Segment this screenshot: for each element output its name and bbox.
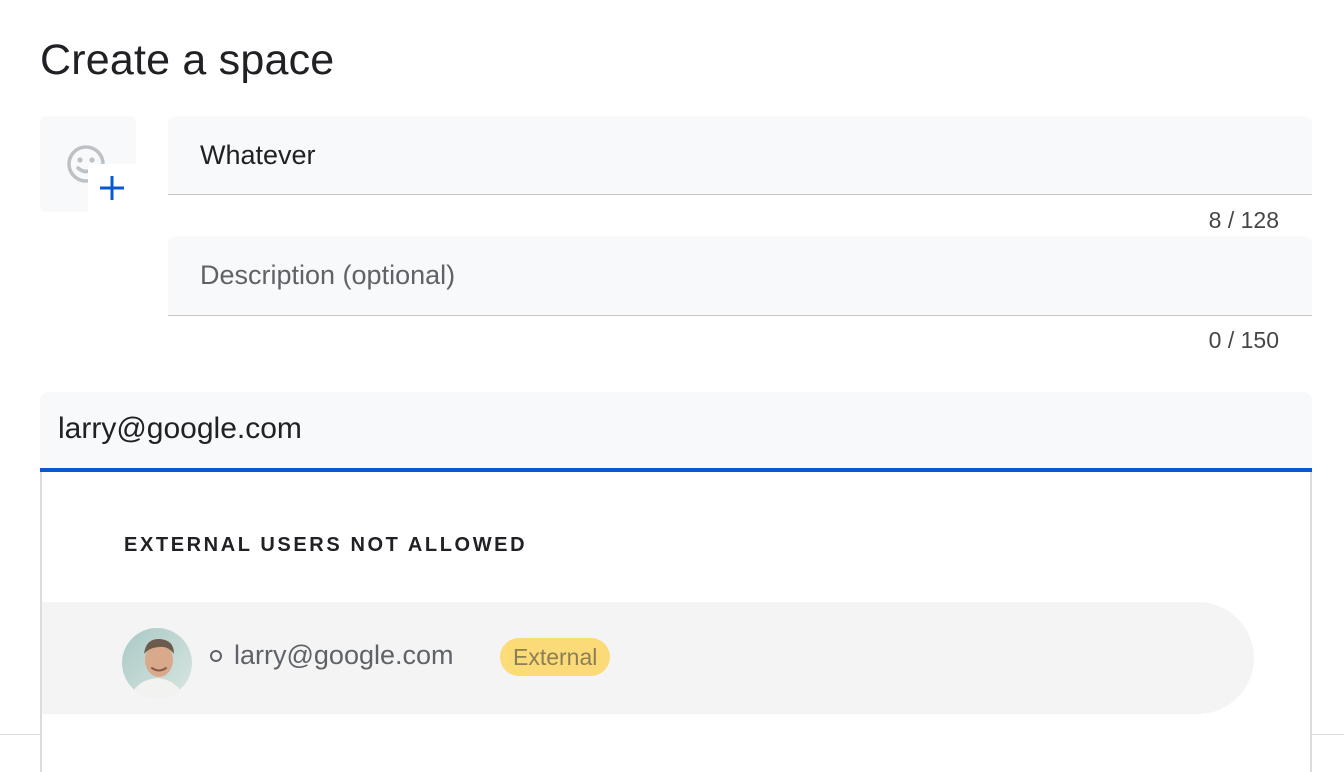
name-character-counter: 8 / 128 xyxy=(1208,207,1279,233)
space-name-field[interactable] xyxy=(168,116,1312,195)
user-avatar xyxy=(122,628,192,698)
add-people-field[interactable] xyxy=(40,392,1312,472)
divider xyxy=(0,734,40,735)
suggestion-row[interactable]: larry@google.com External xyxy=(42,602,1254,714)
add-people-input[interactable] xyxy=(40,392,1312,468)
presence-status-icon xyxy=(210,650,222,662)
avatar-photo-icon xyxy=(122,628,192,698)
plus-badge xyxy=(88,164,136,212)
description-field[interactable] xyxy=(168,236,1312,316)
space-name-input[interactable] xyxy=(168,116,1312,194)
plus-icon xyxy=(100,176,124,200)
description-input[interactable] xyxy=(168,236,1312,315)
suggestions-section-heading: EXTERNAL USERS NOT ALLOWED xyxy=(124,534,528,556)
suggestion-email: larry@google.com xyxy=(234,640,454,670)
create-space-dialog: Create a space 8 / 128 0 / 150 EXTERNAL … xyxy=(0,0,1344,772)
description-character-counter: 0 / 150 xyxy=(1208,327,1279,353)
external-badge: External xyxy=(500,638,611,676)
dialog-title: Create a space xyxy=(40,36,335,84)
people-suggestions-dropdown: EXTERNAL USERS NOT ALLOWED larry@google.… xyxy=(40,472,1312,772)
emoji-picker-button[interactable] xyxy=(40,116,136,212)
divider xyxy=(1312,734,1344,735)
